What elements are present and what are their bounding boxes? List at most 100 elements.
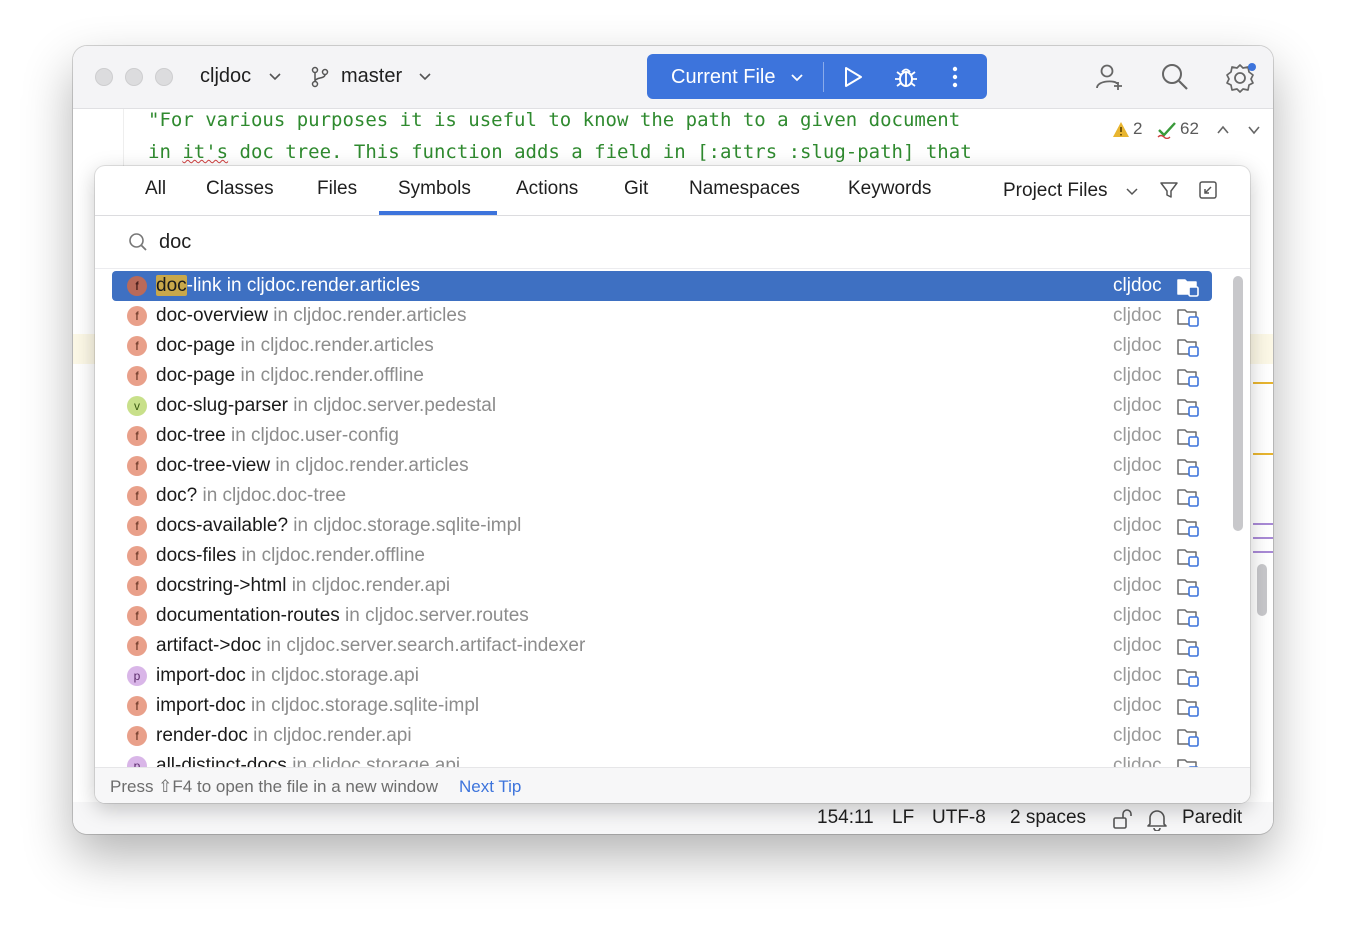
module-folder-icon	[1177, 579, 1199, 597]
result-row[interactable]: f artifact->doc in cljdoc.server.search.a…	[112, 631, 1212, 661]
project-selector[interactable]: cljdoc	[200, 65, 251, 88]
scope-selector[interactable]: Project Files	[1003, 180, 1108, 202]
error-stripe-marker[interactable]	[1253, 537, 1273, 539]
symbol-kind-f-icon: f	[127, 306, 147, 326]
more-actions-icon[interactable]	[952, 65, 958, 89]
branch-selector[interactable]: master	[341, 65, 402, 88]
symbol-location: in cljdoc.server.pedestal	[288, 395, 497, 416]
module-name: cljdoc	[1113, 605, 1162, 626]
symbol-kind-f-icon: f	[127, 366, 147, 386]
indent-settings[interactable]: 2 spaces	[1010, 807, 1086, 829]
module-name: cljdoc	[1113, 665, 1162, 686]
paredit-mode[interactable]: Paredit	[1182, 807, 1242, 829]
module-name: cljdoc	[1113, 515, 1162, 536]
error-stripe-marker[interactable]	[1253, 551, 1273, 553]
run-configuration-selector[interactable]: Current File	[671, 66, 775, 89]
module-folder-icon	[1177, 759, 1199, 767]
result-label: docstring->html in cljdoc.render.api	[156, 575, 450, 597]
settings-icon[interactable]	[1225, 62, 1257, 94]
line-separator[interactable]: LF	[892, 807, 914, 829]
tab-symbols[interactable]: Symbols	[398, 178, 471, 200]
result-label: render-doc in cljdoc.render.api	[156, 725, 412, 747]
result-row[interactable]: f doc-tree-view in cljdoc.render.articles…	[112, 451, 1212, 481]
result-row[interactable]: v doc-slug-parser in cljdoc.server.pedest…	[112, 391, 1212, 421]
result-label: import-doc in cljdoc.storage.api	[156, 665, 419, 687]
symbol-location: in cljdoc.storage.sqlite-impl	[245, 695, 480, 716]
module-name: cljdoc	[1113, 755, 1162, 767]
tab-git[interactable]: Git	[624, 178, 648, 200]
close-window-button[interactable]	[95, 68, 113, 86]
tab-actions[interactable]: Actions	[516, 178, 578, 200]
tab-keywords[interactable]: Keywords	[848, 178, 931, 200]
tab-all[interactable]: All	[145, 178, 166, 200]
filter-icon[interactable]	[1159, 180, 1179, 200]
minimize-window-button[interactable]	[125, 68, 143, 86]
result-row[interactable]: f docs-available? in cljdoc.storage.sqlit…	[112, 511, 1212, 541]
title-bar: cljdoc master Current File	[73, 46, 1273, 109]
results-scrollbar[interactable]	[1233, 276, 1243, 531]
error-stripe-marker[interactable]	[1253, 453, 1273, 455]
symbol-name: docs-available?	[156, 515, 289, 536]
result-row[interactable]: p all-distinct-docs in cljdoc.storage.api…	[112, 751, 1212, 767]
result-row[interactable]: f doc-overview in cljdoc.render.articles c…	[112, 301, 1212, 331]
search-input[interactable]	[159, 228, 759, 256]
open-in-tool-window-icon[interactable]	[1198, 180, 1218, 200]
result-row[interactable]: f docstring->html in cljdoc.render.api clj…	[112, 571, 1212, 601]
module-folder-icon	[1177, 519, 1199, 537]
symbol-kind-f-icon: f	[127, 696, 147, 716]
symbol-kind-f-icon: f	[127, 636, 147, 656]
editor-scrollbar[interactable]	[1257, 564, 1267, 616]
file-encoding[interactable]: UTF-8	[932, 807, 986, 829]
result-row[interactable]: p import-doc in cljdoc.storage.api cljdoc	[112, 661, 1212, 691]
symbol-kind-f-icon: f	[127, 546, 147, 566]
tab-namespaces[interactable]: Namespaces	[689, 178, 800, 200]
tab-files[interactable]: Files	[317, 178, 357, 200]
symbol-name: doc-slug-parser	[156, 395, 288, 416]
unlock-icon[interactable]	[1111, 808, 1133, 830]
error-stripe-marker[interactable]	[1253, 523, 1273, 525]
result-row[interactable]: f doc-page in cljdoc.render.articles cljdo…	[112, 331, 1212, 361]
error-stripe-marker[interactable]	[1253, 382, 1273, 384]
symbol-name: import-doc	[156, 665, 246, 686]
symbol-name: doc?	[156, 485, 198, 506]
module-name: cljdoc	[1113, 485, 1162, 506]
module-name: cljdoc	[1113, 575, 1162, 596]
zoom-window-button[interactable]	[155, 68, 173, 86]
result-row[interactable]: f doc-tree in cljdoc.user-config cljdoc	[112, 421, 1212, 451]
module-folder-icon	[1177, 369, 1199, 387]
search-icon[interactable]	[1160, 62, 1190, 92]
module-name: cljdoc	[1113, 695, 1162, 716]
previous-highlight-icon[interactable]	[1216, 124, 1230, 136]
module-name: cljdoc	[1113, 545, 1162, 566]
result-row[interactable]: f documentation-routes in cljdoc.server.r…	[112, 601, 1212, 631]
tab-classes[interactable]: Classes	[206, 178, 274, 200]
run-icon[interactable]	[841, 65, 865, 89]
module-folder-icon	[1177, 459, 1199, 477]
symbol-kind-f-icon: f	[127, 486, 147, 506]
user-add-icon[interactable]	[1094, 62, 1124, 92]
notifications-icon[interactable]	[1146, 807, 1168, 831]
result-label: doc-tree-view in cljdoc.render.articles	[156, 455, 469, 477]
caret-position[interactable]: 154:11	[817, 807, 874, 829]
next-highlight-icon[interactable]	[1247, 124, 1261, 136]
result-row[interactable]: f doc-page in cljdoc.render.offline cljdoc	[112, 361, 1212, 391]
debug-icon[interactable]	[893, 64, 919, 90]
result-row[interactable]: f doc? in cljdoc.doc-tree cljdoc	[112, 481, 1212, 511]
popup-footer: Press ⇧F4 to open the file in a new wind…	[95, 767, 1250, 803]
result-row[interactable]: f import-doc in cljdoc.storage.sqlite-imp…	[112, 691, 1212, 721]
module-name: cljdoc	[1113, 425, 1162, 446]
symbol-location: in cljdoc.render.offline	[236, 545, 425, 566]
symbol-location: in cljdoc.render.articles	[221, 275, 421, 296]
result-label: import-doc in cljdoc.storage.sqlite-impl	[156, 695, 479, 717]
result-row[interactable]: f render-doc in cljdoc.render.api cljdoc	[112, 721, 1212, 751]
result-row[interactable]: f docs-files in cljdoc.render.offline cljd…	[112, 541, 1212, 571]
symbol-location: in cljdoc.server.routes	[339, 605, 529, 626]
result-row[interactable]: f doc-link in cljdoc.render.articles cljdo…	[112, 271, 1212, 301]
symbol-name: docs-files	[156, 545, 237, 566]
result-label: docs-files in cljdoc.render.offline	[156, 545, 425, 567]
module-folder-icon	[1177, 609, 1199, 627]
symbol-kind-f-icon: f	[127, 276, 147, 296]
symbol-location: in cljdoc.render.api	[247, 725, 412, 746]
warnings-count: 2	[1133, 119, 1143, 138]
next-tip-link[interactable]: Next Tip	[459, 777, 521, 797]
